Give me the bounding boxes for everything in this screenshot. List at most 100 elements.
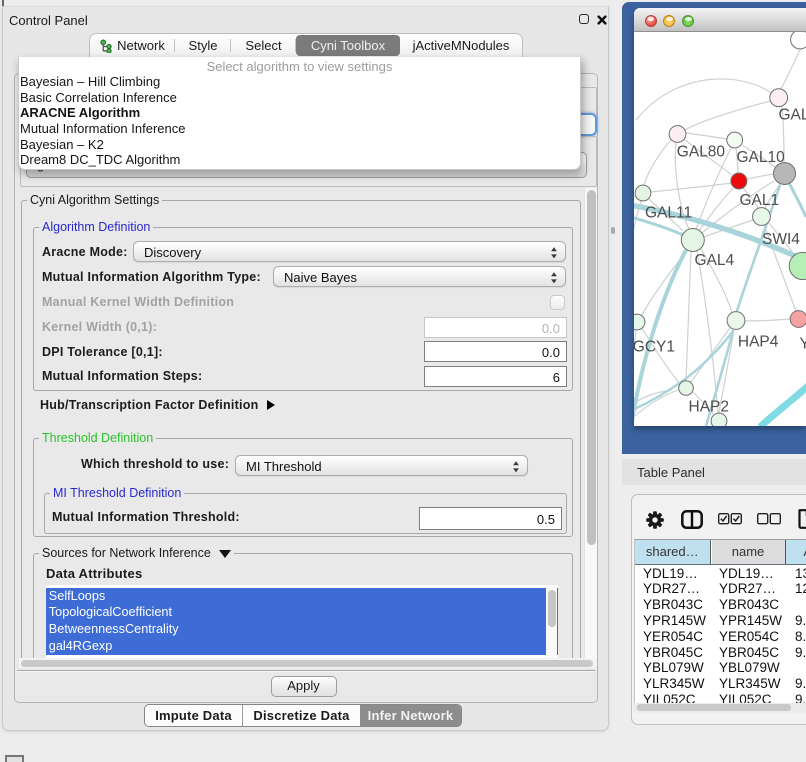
data-attributes-list[interactable]: SelfLoopsTopologicalCoefficientBetweenne… — [46, 585, 558, 658]
algorithm-option[interactable]: Mutual Information Inference — [19, 121, 580, 137]
table-row[interactable]: YLR345WYLR345W9. — [635, 676, 806, 692]
tab-jactivemnodules[interactable]: jActiveMNodules — [400, 34, 522, 57]
sources-title[interactable]: Sources for Network Inference — [39, 546, 234, 561]
top-tab-bar: Network Style SelectCyni ToolboxjActiveMNo… — [89, 33, 523, 57]
network-edge — [686, 133, 727, 139]
bottom-tab-impute-data[interactable]: Impute Data — [145, 705, 243, 726]
close-icon[interactable] — [597, 15, 607, 25]
node-label-Y-partial: Y — [800, 336, 806, 353]
mi-threshold-label: Mutual Information Threshold: — [52, 510, 240, 524]
tab-select[interactable]: Select — [231, 34, 296, 57]
apply-button[interactable]: Apply — [271, 676, 337, 697]
document-icon[interactable] — [797, 509, 806, 529]
table-row[interactable]: YPR145WYPR145W9. — [635, 613, 806, 629]
node-labels: GALGAL80GAL10GAL1GAL11SWI4GAL4GCY1HAP4YH… — [634, 107, 806, 416]
network-node-GAL4[interactable] — [681, 229, 704, 252]
desktop: Control Panel NetworkStyleSelectCyni Too… — [0, 0, 806, 762]
scrollpane-bottom-border — [17, 670, 595, 672]
table-row[interactable]: YIL052CYIL052C9. — [635, 692, 806, 703]
collapsed-arrow-icon — [267, 400, 275, 410]
network-node-HAP4[interactable] — [727, 312, 745, 330]
network-node-GAL1[interactable] — [731, 173, 747, 189]
attribute-list-item[interactable]: gal4RGexp — [46, 638, 558, 655]
mi-steps-field[interactable]: 6 — [424, 366, 567, 387]
network-node-HAP2[interactable] — [679, 381, 694, 396]
tab-label: Style — [189, 38, 218, 53]
checked-boxes-icon[interactable] — [718, 513, 742, 525]
table-cell: 9. — [795, 645, 806, 661]
table-cell: YDL19… — [643, 566, 698, 582]
network-node-GAL80[interactable] — [669, 126, 686, 143]
table-cell: YPR145W — [643, 613, 706, 629]
which-threshold-combobox[interactable]: MI Threshold — [235, 455, 528, 476]
sources-group: Sources for Network Inference Data Attri… — [33, 553, 573, 659]
settings-horizontal-scrollbar[interactable] — [19, 658, 597, 668]
close-light-icon[interactable] — [645, 15, 657, 27]
hub-section-label: Hub/Transcription Factor Definition — [40, 398, 258, 412]
network-node-SWI4[interactable] — [753, 208, 771, 226]
column-header-shared…[interactable]: shared… — [635, 540, 711, 564]
bottom-tab-infer-network[interactable]: Infer Network — [360, 705, 461, 726]
gear-icon[interactable] — [646, 511, 664, 529]
network-node-top-partial[interactable] — [791, 32, 806, 49]
dpi-tolerance-field[interactable]: 0.0 — [424, 341, 567, 362]
network-edge — [760, 386, 806, 426]
attribute-list-item[interactable]: BetweennessCentrality — [46, 621, 558, 638]
table-cell: 9. — [795, 692, 806, 703]
column-header-name[interactable]: name — [712, 540, 786, 564]
table-row[interactable]: YER054CYER054C8. — [635, 629, 806, 645]
attribute-list-item[interactable]: SelfLoops — [46, 588, 558, 605]
network-node-GAL[interactable] — [770, 89, 788, 107]
table-row[interactable]: YDL19…YDL19…13 — [635, 566, 806, 582]
algorithm-option[interactable]: Bayesian – K2 — [19, 137, 580, 153]
attributes-list-scrollbar-thumb[interactable] — [548, 590, 556, 627]
table-row[interactable]: YDR27…YDR27…12 — [635, 581, 806, 597]
aracne-mode-combobox[interactable]: Discovery — [133, 241, 566, 262]
float-window-icon[interactable] — [579, 14, 589, 24]
node-table[interactable]: shared…nameA YDL19…YDL19…13YDR27…YDR27…12… — [634, 539, 806, 703]
table-cell: YBR043C — [719, 597, 779, 613]
columns-icon[interactable] — [681, 510, 703, 529]
attribute-list-item[interactable]: TopologicalCoefficient — [46, 604, 558, 621]
algorithm-option[interactable]: ARACNE Algorithm — [19, 105, 580, 121]
node-label-GAL10: GAL10 — [737, 149, 786, 166]
network-view-frame: GALGAL80GAL10GAL1GAL11SWI4GAL4GCY1HAP4YH… — [622, 2, 806, 454]
hub-section-toggle[interactable]: Hub/Transcription Factor Definition — [40, 398, 275, 412]
zoom-light-icon[interactable] — [682, 15, 694, 27]
algorithm-option[interactable]: Bayesian – Hill Climbing — [19, 74, 580, 90]
mi-threshold-field[interactable]: 0.5 — [419, 507, 562, 530]
network-node-Y-partial[interactable] — [790, 311, 806, 328]
mi-algorithm-type-combobox[interactable]: Naive Bayes — [273, 266, 566, 287]
settings-vertical-scrollbar[interactable] — [584, 188, 598, 658]
algorithm-option[interactable]: Dream8 DC_TDC Algorithm — [19, 152, 580, 168]
table-horizontal-scrollbar-thumb[interactable] — [637, 704, 791, 711]
panel-splitter-handle[interactable] — [611, 227, 615, 234]
settings-vertical-scrollbar-thumb[interactable] — [587, 190, 597, 545]
dpi-tolerance-value: 0.0 — [542, 345, 560, 360]
tab-cyni-toolbox[interactable]: Cyni Toolbox — [296, 35, 400, 56]
kernel-width-field[interactable]: 0.0 — [424, 317, 567, 338]
table-horizontal-scrollbar[interactable] — [634, 703, 806, 713]
network-node-GAL10[interactable] — [727, 132, 743, 148]
table-row[interactable]: YBL079WYBL079W — [635, 660, 806, 676]
settings-horizontal-scrollbar-thumb[interactable] — [21, 660, 593, 667]
network-edge — [789, 183, 806, 217]
algorithm-definition-group: Algorithm Definition Aracne Mode: Discov… — [33, 227, 573, 391]
network-canvas[interactable]: GALGAL80GAL10GAL1GAL11SWI4GAL4GCY1HAP4YH… — [634, 32, 806, 426]
table-row[interactable]: YBR045CYBR045C9. — [635, 645, 806, 661]
algorithm-option[interactable]: Basic Correlation Inference — [19, 90, 580, 106]
bottom-tab-discretize-data[interactable]: Discretize Data — [243, 705, 360, 726]
network-edge — [745, 319, 790, 321]
minimize-light-icon[interactable] — [663, 15, 675, 27]
tab-network[interactable]: Network — [90, 34, 175, 57]
network-node-GCY1[interactable] — [634, 314, 645, 330]
manual-kernel-checkbox[interactable] — [550, 295, 565, 310]
network-node-GAL11[interactable] — [635, 185, 651, 201]
attributes-list-scrollbar[interactable] — [546, 585, 557, 658]
table-row[interactable]: YBR043CYBR043C — [635, 597, 806, 613]
network-edge — [644, 139, 672, 185]
which-threshold-label: Which threshold to use: — [81, 457, 229, 471]
tab-style[interactable]: Style — [175, 34, 231, 57]
column-header-A[interactable]: A — [786, 540, 806, 564]
unchecked-boxes-icon[interactable] — [757, 513, 781, 525]
